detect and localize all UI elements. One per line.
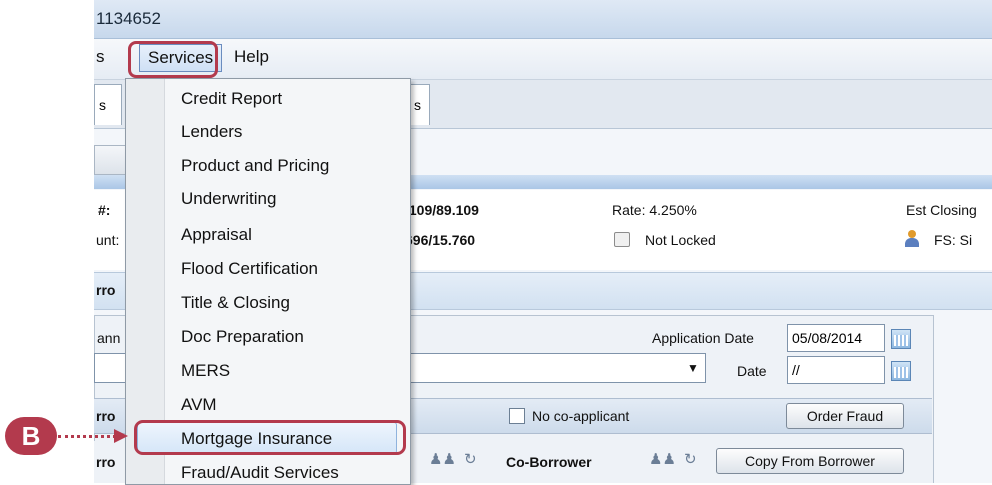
menu-item-mers[interactable]: MERS — [181, 361, 230, 381]
menu-item-appraisal[interactable]: Appraisal — [181, 225, 252, 245]
order-fraud-button[interactable]: Order Fraud — [786, 403, 904, 429]
date-label: Date — [737, 363, 767, 379]
menu-item-title-closing[interactable]: Title & Closing — [181, 293, 290, 313]
people-icon[interactable]: ♟♟ — [649, 450, 676, 468]
no-coapplicant-checkbox[interactable] — [509, 408, 525, 424]
co-borrower-label: Co-Borrower — [506, 454, 592, 470]
menu-bar: s Services Help — [94, 39, 992, 80]
menu-item-fraud-audit[interactable]: Fraud/Audit Services — [181, 463, 339, 483]
est-closing-label: Est Closing — [906, 202, 977, 218]
menu-item-lenders[interactable]: Lenders — [181, 122, 242, 142]
toolbar-button[interactable] — [94, 145, 129, 175]
services-highlight-outline — [128, 41, 218, 78]
menu-item-underwriting[interactable]: Underwriting — [181, 189, 276, 209]
menu-item-avm[interactable]: AVM — [181, 395, 217, 415]
people-icon[interactable]: ♟♟ — [429, 450, 456, 468]
title-bar: 1134652 — [94, 0, 992, 39]
callout-badge: B — [5, 417, 57, 455]
tab-partial-left[interactable]: s — [94, 84, 122, 125]
no-coapplicant-label: No co-applicant — [532, 408, 630, 424]
tab-label: s — [99, 97, 106, 113]
menu-item-doc-preparation[interactable]: Doc Preparation — [181, 327, 304, 347]
lock-icon — [614, 232, 630, 247]
summary-label-1: #: — [98, 202, 111, 218]
window-title: 1134652 — [96, 9, 161, 28]
menu-item-partial[interactable]: s — [96, 47, 105, 67]
summary-label-2: unt: — [96, 232, 120, 248]
menu-item-flood-certification[interactable]: Flood Certification — [181, 259, 318, 279]
row-label-1: ann — [97, 330, 121, 346]
application-date-label: Application Date — [652, 330, 754, 346]
summary-value-1: .109/89.109 — [405, 202, 479, 218]
tab-label: s — [414, 97, 421, 113]
date-field[interactable]: // — [787, 356, 885, 384]
lock-status: Not Locked — [645, 232, 716, 248]
callout-dotted-line — [58, 435, 116, 438]
rate-value: Rate: 4.250% — [612, 202, 697, 218]
mortgage-insurance-highlight-outline — [134, 420, 406, 455]
user-icon — [904, 230, 920, 248]
borrower-label: rro — [96, 454, 116, 470]
refresh-icon[interactable]: ↻ — [684, 450, 697, 468]
menu-help[interactable]: Help — [234, 47, 269, 67]
copy-from-borrower-button[interactable]: Copy From Borrower — [716, 448, 904, 474]
section-title: rro — [96, 282, 116, 298]
application-date-field[interactable]: 05/08/2014 — [787, 324, 885, 352]
tab-partial-right[interactable]: s — [410, 84, 430, 125]
summary-value-2: 696/15.760 — [405, 232, 476, 248]
chevron-down-icon[interactable]: ▼ — [687, 361, 699, 375]
calendar-icon[interactable] — [891, 329, 911, 349]
refresh-icon[interactable]: ↻ — [464, 450, 477, 468]
callout-arrow-icon — [114, 429, 128, 443]
menu-item-credit-report[interactable]: Credit Report — [181, 89, 282, 109]
calendar-icon[interactable] — [891, 361, 911, 381]
menu-item-product-pricing[interactable]: Product and Pricing — [181, 156, 329, 176]
borrower-header-label: rro — [96, 408, 116, 424]
fs-status: FS: Si — [934, 232, 973, 248]
